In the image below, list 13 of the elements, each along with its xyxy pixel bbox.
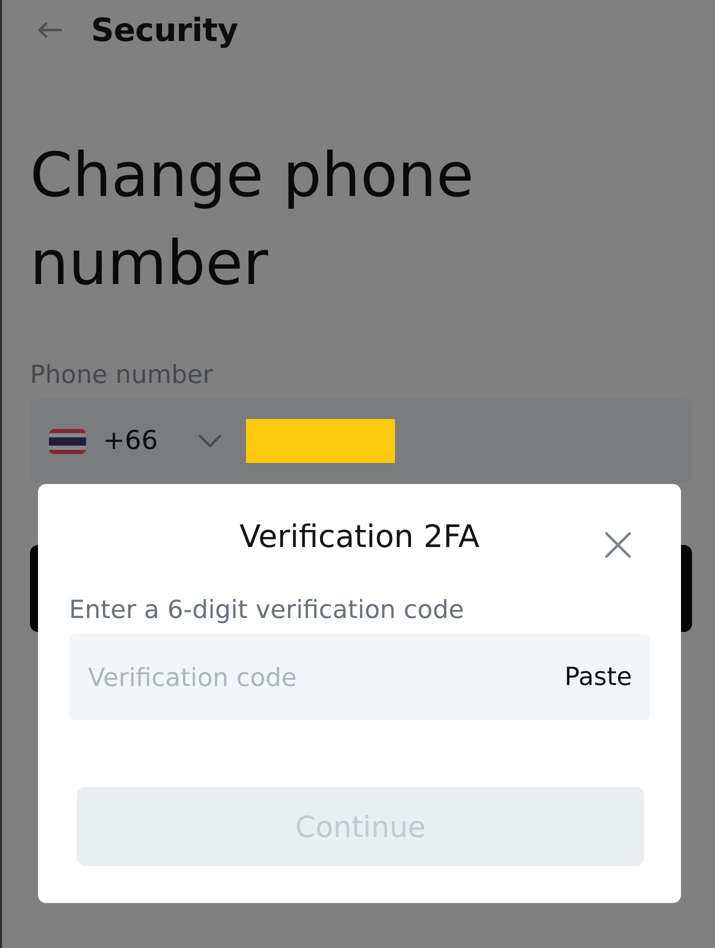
chevron-down-icon — [198, 434, 222, 448]
code-label: Enter a 6-digit verification code — [69, 595, 465, 625]
code-input-field[interactable]: Verification code Paste — [69, 634, 650, 720]
country-code-dropdown[interactable]: +66 — [103, 426, 222, 456]
flag-icon — [49, 428, 86, 454]
page-heading: Change phone number — [30, 139, 475, 301]
paste-button[interactable]: Paste — [564, 662, 632, 692]
dialog-title: Verification 2FA — [240, 518, 480, 557]
phone-field[interactable]: +66 — [30, 399, 692, 483]
close-icon[interactable] — [605, 532, 631, 558]
page-title: Security — [91, 10, 238, 50]
field-label: Phone number — [30, 360, 214, 390]
back-arrow-icon[interactable] — [38, 22, 62, 38]
